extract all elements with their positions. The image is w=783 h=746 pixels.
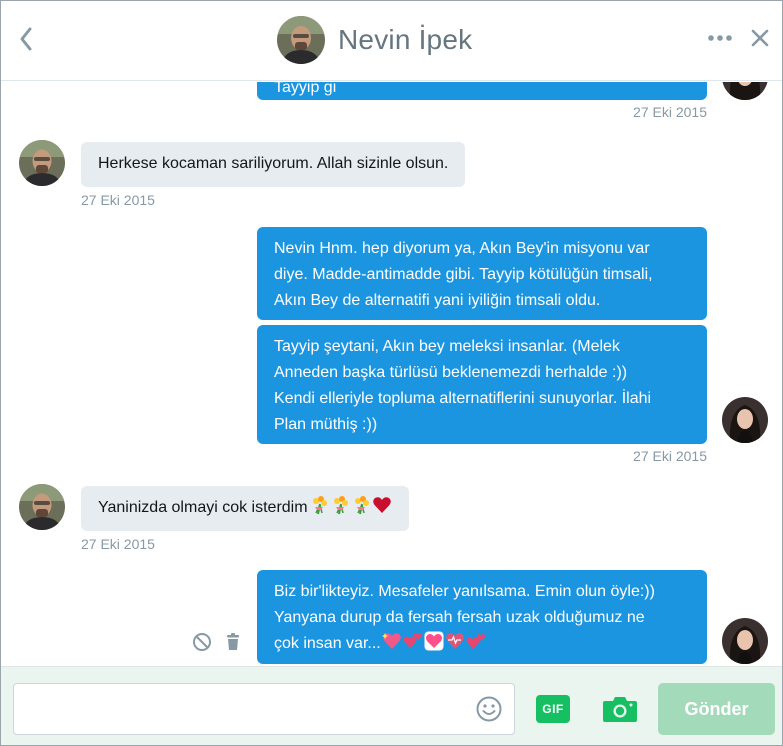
bouquet-icon: [351, 495, 371, 515]
message-text: Biz bir'likteyiz. Mesafeler yanılsama. E…: [274, 583, 655, 600]
close-icon[interactable]: [749, 27, 771, 49]
message-text: Tayyip şeytani, Akın bey meleksi insanla…: [274, 338, 620, 355]
gif-button[interactable]: GIF: [536, 695, 570, 723]
message-text: Plan müthiş :)): [274, 416, 378, 433]
avatar[interactable]: [722, 397, 768, 443]
message-text: Tayyip gi: [274, 82, 337, 96]
message-line: Yaninizda olmayi cok isterdim: [98, 495, 392, 521]
message-text: diye. Madde-antimadde gibi. Tayyip kötül…: [274, 266, 653, 283]
back-icon[interactable]: [15, 25, 39, 53]
conversation-title: Nevin İpek: [338, 24, 473, 55]
trash-icon[interactable]: [223, 632, 243, 652]
message-text: Nevin Hnm. hep diyorum ya, Akın Bey'in m…: [274, 240, 650, 257]
smiley-icon[interactable]: [475, 695, 503, 723]
message-timestamp: 27 Eki 2015: [633, 448, 707, 464]
avatar[interactable]: [19, 484, 65, 530]
dm-window: Nevin İpek Tayyip gi 27 Eki 2015 Herkese…: [0, 0, 783, 746]
incoming-message[interactable]: Herkese kocaman sariliyorum. Allah sizin…: [81, 142, 466, 187]
outgoing-message[interactable]: Biz bir'likteyiz. Mesafeler yanılsama. E…: [257, 570, 707, 664]
incoming-message[interactable]: Yaninizda olmayi cok isterdim: [81, 486, 409, 531]
message-timestamp: 27 Eki 2015: [81, 192, 155, 208]
message-text: Herkese kocaman sariliyorum. Allah sizin…: [98, 155, 449, 172]
message-text: Akın Bey de alternatifi yani iyiliğin ti…: [274, 292, 601, 309]
more-icon[interactable]: [707, 31, 733, 45]
heartbeat-icon: [445, 631, 465, 651]
message-composer: GIF Gönder: [1, 666, 782, 745]
message-text: Kendi elleriyle topluma alternatiflerini…: [274, 390, 652, 407]
conversation-header: Nevin İpek: [1, 1, 782, 81]
camera-icon[interactable]: [602, 694, 638, 724]
avatar[interactable]: [19, 140, 65, 186]
message-timestamp: 27 Eki 2015: [633, 104, 707, 120]
heart-ribbon-icon: [424, 631, 444, 651]
outgoing-message[interactable]: Nevin Hnm. hep diyorum ya, Akın Bey'in m…: [257, 227, 707, 320]
avatar[interactable]: [722, 82, 768, 100]
send-button[interactable]: Gönder: [658, 683, 775, 735]
conversation-partner[interactable]: Nevin İpek: [277, 15, 472, 65]
avatar[interactable]: [277, 16, 325, 64]
message-line: çok insan var...: [274, 631, 689, 657]
message-list[interactable]: Tayyip gi 27 Eki 2015 Herkese kocaman sa…: [1, 82, 782, 666]
red-heart-icon: [372, 495, 392, 515]
sparkling-heart-icon: [381, 631, 402, 651]
message-input[interactable]: [13, 683, 515, 735]
message-text: çok insan var...: [274, 635, 381, 652]
message-text: Yaninizda olmayi cok isterdim: [98, 499, 308, 516]
message-timestamp: 27 Eki 2015: [81, 536, 155, 552]
bouquet-icon: [309, 495, 329, 515]
message-text: Yanyana durup da fersah fersah uzak oldu…: [274, 609, 645, 626]
revolving-hearts-icon: [403, 631, 423, 651]
report-icon[interactable]: [192, 632, 212, 652]
outgoing-message[interactable]: Tayyip gi: [257, 82, 707, 100]
outgoing-message[interactable]: Tayyip şeytani, Akın bey meleksi insanla…: [257, 325, 707, 444]
message-text: Anneden başka türlüsü beklenemezdi herha…: [274, 364, 628, 381]
two-hearts-icon: [466, 631, 486, 651]
bouquet-icon: [330, 495, 350, 515]
avatar[interactable]: [722, 618, 768, 664]
